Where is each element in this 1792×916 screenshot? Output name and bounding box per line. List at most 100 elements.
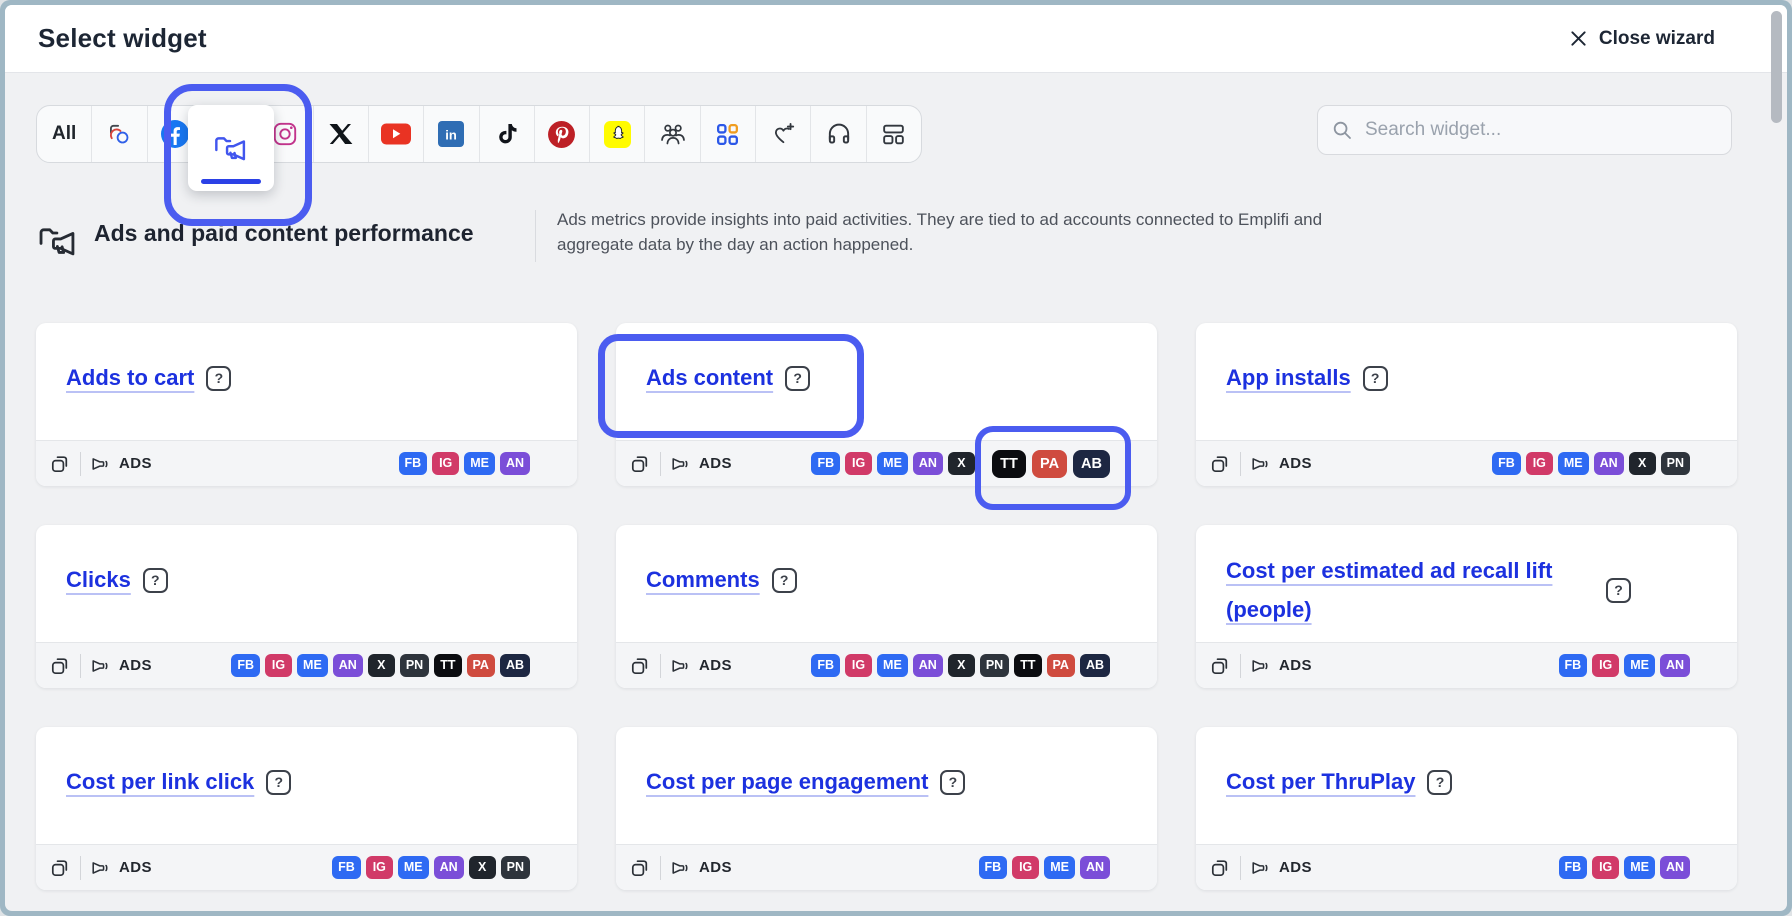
footer-divider (80, 452, 81, 476)
widget-card: Cost per estimated ad recall lift (peopl… (1196, 525, 1737, 688)
network-badge-ab: AB (1080, 654, 1110, 677)
x-icon (329, 122, 353, 146)
widget-card: Cost per ThruPlay? ADS FBIGMEAN (1196, 727, 1737, 890)
ads-source-label: ADS (699, 657, 732, 674)
widget-title-link[interactable]: Comments (646, 567, 760, 592)
copy-icon[interactable] (629, 453, 651, 475)
card-footer: ADSFBIGMEAN (36, 440, 577, 486)
widget-title-link[interactable]: Clicks (66, 567, 131, 592)
filter-tab-profiles[interactable] (92, 106, 147, 162)
widget-title-link[interactable]: Cost per estimated ad recall lift (peopl… (1226, 551, 1594, 629)
copy-icon[interactable] (1209, 655, 1231, 677)
network-badge-an: AN (333, 654, 363, 677)
widget-card: App installs?ADSFBIGMEANXPN (1196, 323, 1737, 486)
network-badge-pn: PN (1661, 452, 1690, 475)
close-wizard-label: Close wizard (1599, 28, 1715, 50)
wizard-dialog: Select widget Close wizard Allin Ads and… (5, 5, 1787, 911)
footer-divider (660, 856, 661, 880)
card-title-row: Ads content? (616, 323, 1157, 391)
tiktok-icon (494, 121, 520, 147)
network-badge-me: ME (1044, 856, 1075, 879)
network-badges: FBIGMEAN (1559, 856, 1690, 879)
instagram-icon (271, 120, 299, 148)
search-icon (1332, 120, 1352, 140)
copy-icon[interactable] (49, 857, 71, 879)
copy-icon[interactable] (629, 857, 651, 879)
network-badge-me: ME (877, 452, 908, 475)
widget-title-link[interactable]: Cost per page engagement (646, 769, 928, 794)
filter-tab-care[interactable] (756, 106, 811, 162)
widget-title-link[interactable]: Ads content (646, 365, 773, 390)
network-badge-fb: FB (811, 452, 840, 475)
copy-icon[interactable] (1209, 857, 1231, 879)
ads-source-label: ADS (699, 455, 732, 472)
section-header: Ads and paid content performance Ads met… (36, 204, 1322, 263)
scrollbar-thumb[interactable] (1771, 11, 1782, 123)
close-wizard-button[interactable]: Close wizard (1569, 5, 1715, 72)
footer-divider (1240, 856, 1241, 880)
help-icon[interactable]: ? (266, 770, 291, 795)
search-widget-box (1317, 105, 1732, 155)
filter-tab-apps-grid[interactable] (701, 106, 756, 162)
help-icon[interactable]: ? (785, 366, 810, 391)
filter-tab-linkedin[interactable]: in (424, 106, 479, 162)
footer-divider (80, 856, 81, 880)
filter-tab-all[interactable]: All (37, 106, 92, 162)
filter-tab-ads-selected[interactable] (188, 105, 274, 191)
search-input[interactable] (1363, 118, 1717, 142)
help-icon[interactable]: ? (1427, 770, 1452, 795)
network-badge-pn: PN (980, 654, 1009, 677)
widget-title-link[interactable]: Cost per ThruPlay (1226, 769, 1415, 794)
widget-card: Ads content?ADSFBIGMEANXTTPAAB (616, 323, 1157, 486)
megaphone-icon (1250, 453, 1272, 475)
filter-tab-dashboard[interactable] (867, 106, 921, 162)
widget-card: Adds to cart? ADSFBIGMEAN (36, 323, 577, 486)
help-icon[interactable]: ? (206, 366, 231, 391)
copy-icon[interactable] (49, 453, 71, 475)
network-badge-me: ME (877, 654, 908, 677)
filter-tab-pinterest[interactable] (535, 106, 590, 162)
widget-title-link[interactable]: Cost per link click (66, 769, 254, 794)
network-badge-fb: FB (399, 452, 428, 475)
widget-title-link[interactable]: App installs (1226, 365, 1351, 390)
copy-icon[interactable] (629, 655, 651, 677)
footer-divider (1240, 452, 1241, 476)
megaphone-icon (670, 857, 692, 879)
widget-card: Comments? ADS FBIGMEANXPNTTPAAB (616, 525, 1157, 688)
help-icon[interactable]: ? (940, 770, 965, 795)
network-badge-fb: FB (1559, 856, 1588, 879)
widget-card-grid: Adds to cart?ADSFBIGMEANAds content?ADSF… (36, 323, 1737, 890)
help-icon[interactable]: ? (1606, 578, 1631, 603)
network-badge-pa: PA (1032, 450, 1067, 478)
network-badges: FBIGMEANXPNTTPAAB (811, 654, 1110, 677)
apps-grid-icon (714, 121, 741, 148)
copy-icon[interactable] (49, 655, 71, 677)
footer-divider (80, 654, 81, 678)
card-title-row: App installs? (1196, 323, 1737, 391)
widget-title-link[interactable]: Adds to cart (66, 365, 194, 390)
filter-tab-x[interactable] (314, 106, 369, 162)
megaphone-icon (1250, 857, 1272, 879)
copy-icon[interactable] (1209, 453, 1231, 475)
filter-tab-tiktok[interactable] (480, 106, 535, 162)
ads-source-label: ADS (1279, 657, 1312, 674)
filter-tab-youtube[interactable] (369, 106, 424, 162)
ads-section-icon (36, 219, 80, 263)
svg-text:in: in (446, 128, 458, 143)
highlighted-network-badges: TTPAAB (992, 450, 1110, 478)
help-icon[interactable]: ? (1363, 366, 1388, 391)
help-icon[interactable]: ? (143, 568, 168, 593)
select-widget-wizard: Select widget Close wizard Allin Ads and… (0, 0, 1792, 916)
ads-source-label: ADS (119, 859, 152, 876)
ads-source-label: ADS (1279, 859, 1312, 876)
help-icon[interactable]: ? (772, 568, 797, 593)
card-title-row: Cost per page engagement? (616, 727, 1157, 795)
card-footer: ADS FBIGMEANXPNTTPAAB (616, 642, 1157, 688)
network-badge-an: AN (913, 654, 943, 677)
filter-tab-audience[interactable] (645, 106, 700, 162)
filter-tab-headphones[interactable] (811, 106, 866, 162)
widget-card: Cost per link click? ADSFBIGMEANXPN (36, 727, 577, 890)
filter-tab-snapchat[interactable] (590, 106, 645, 162)
card-footer: ADSFBIGMEANXPN (36, 844, 577, 890)
network-badge-fb: FB (231, 654, 260, 677)
